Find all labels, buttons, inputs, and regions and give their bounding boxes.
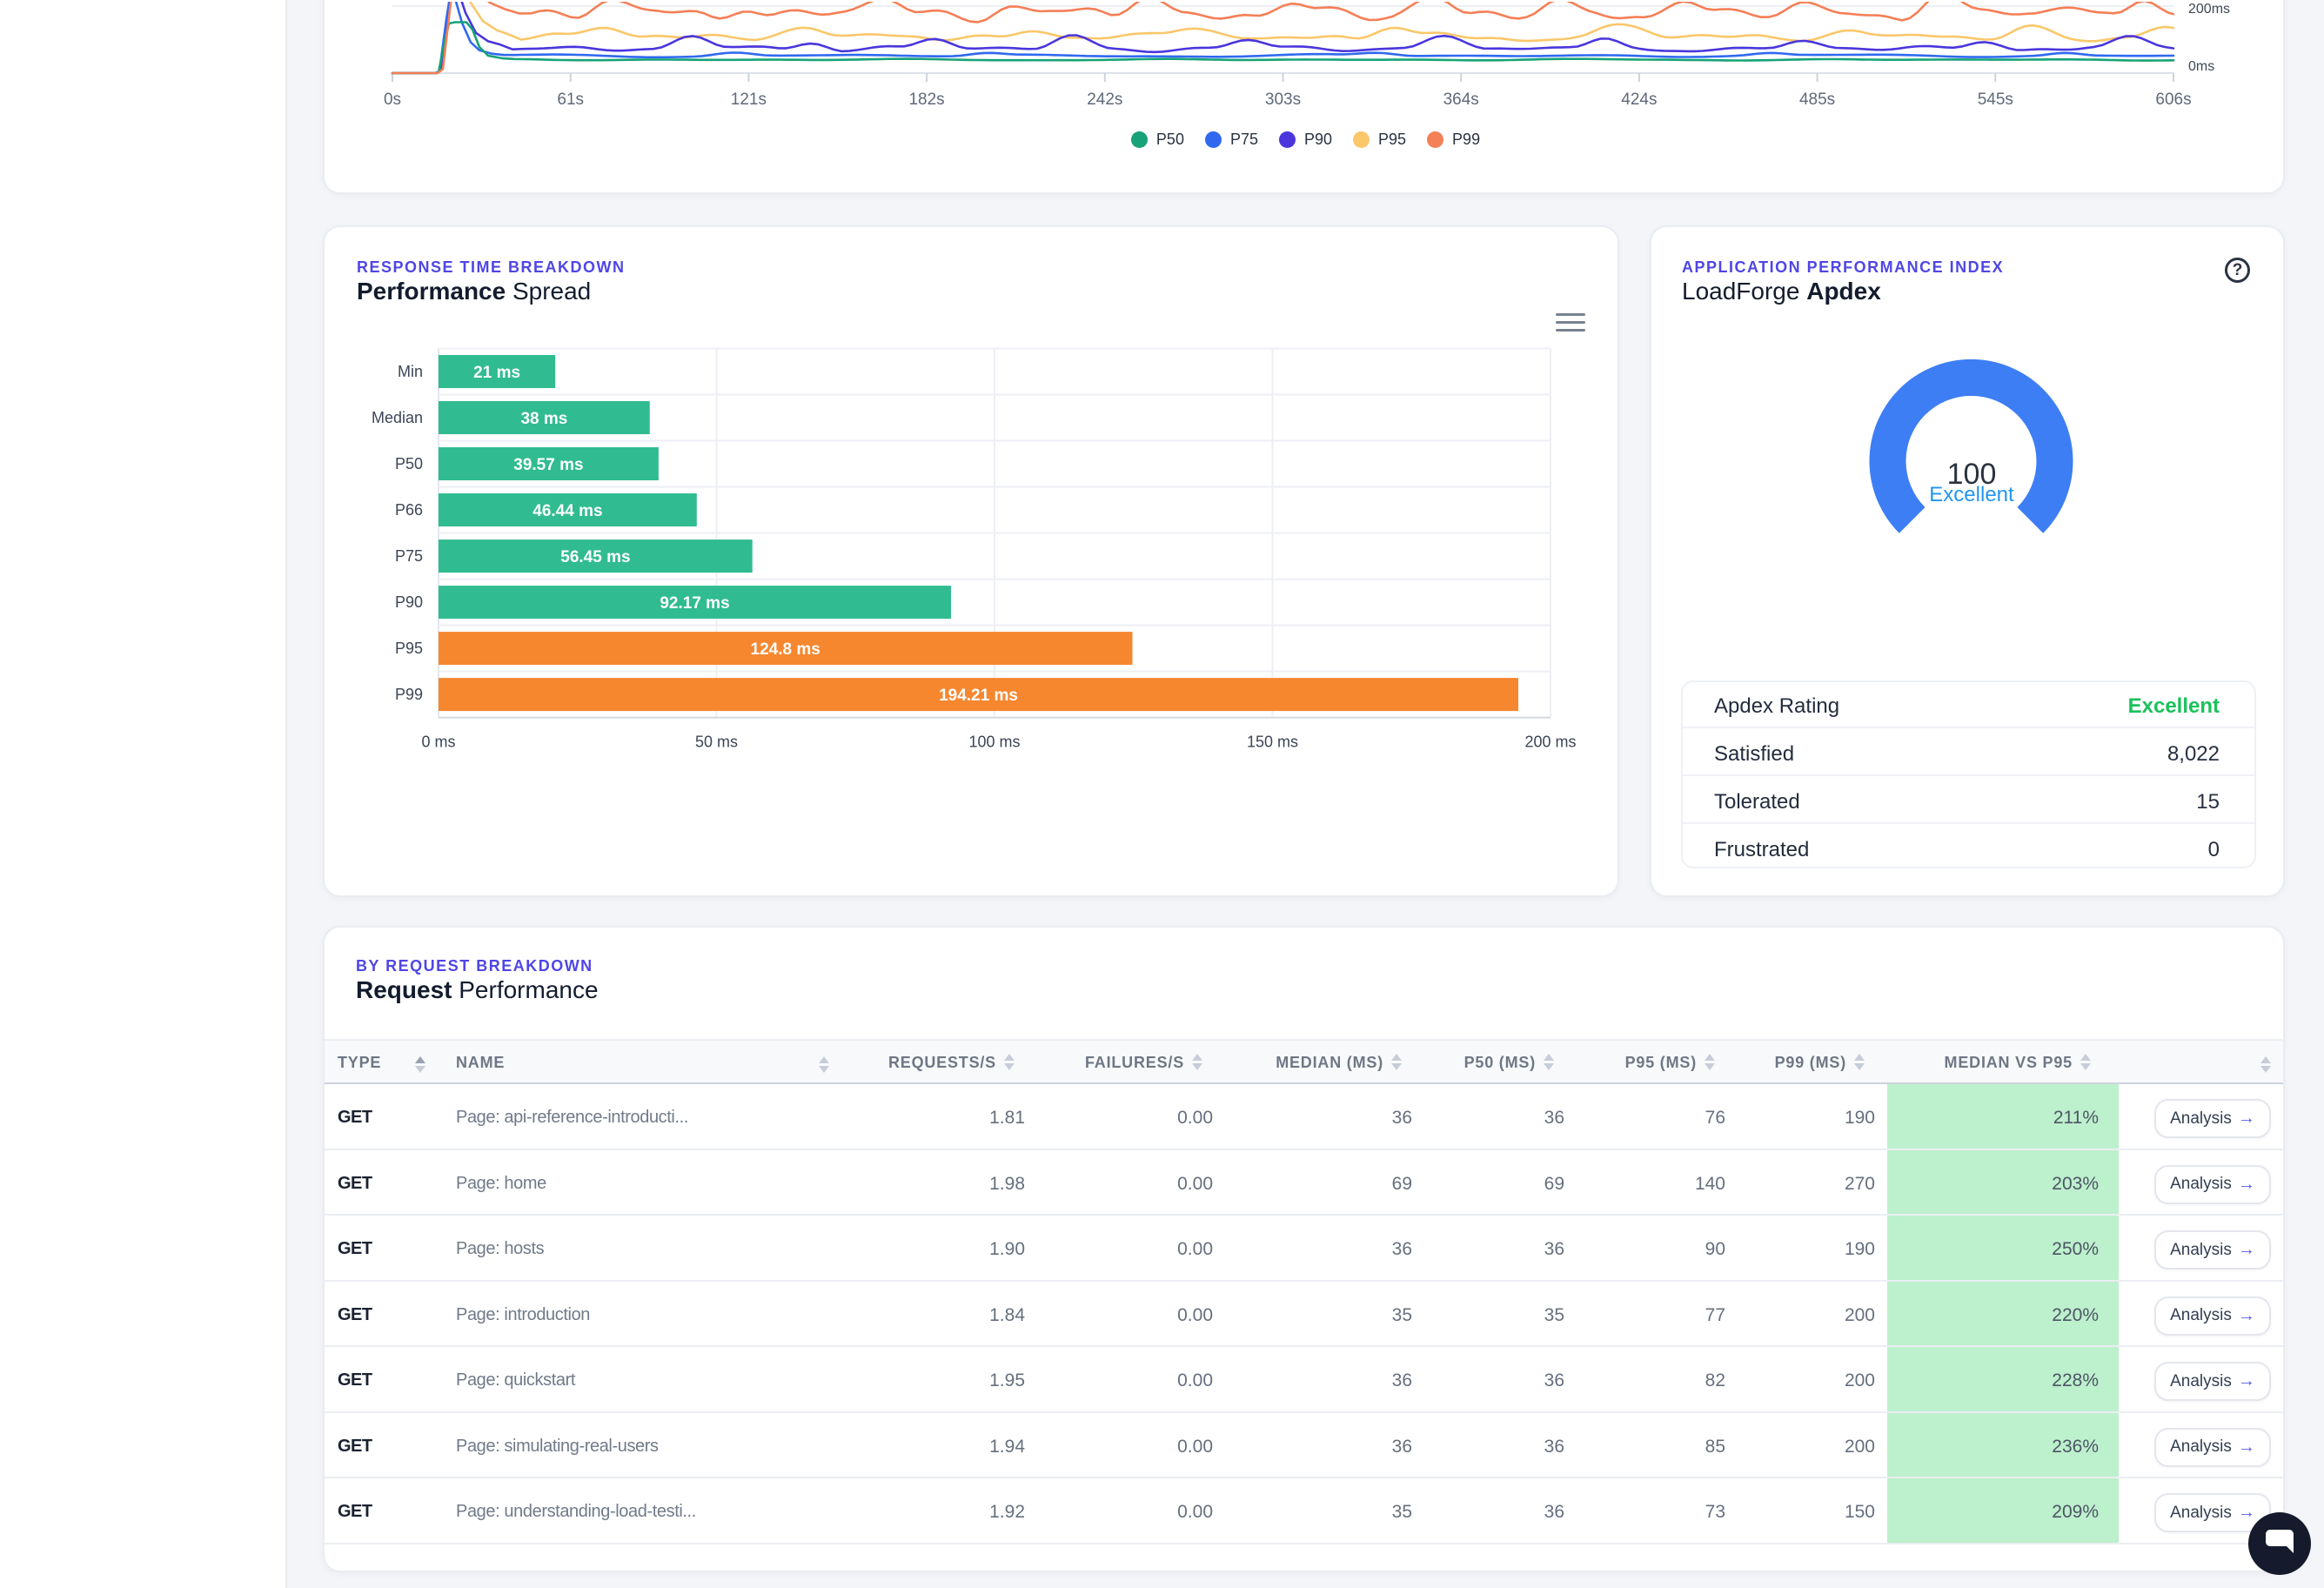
svg-text:21 ms: 21 ms xyxy=(473,364,520,382)
svg-text:61s: 61s xyxy=(557,90,584,109)
svg-text:92.17 ms: 92.17 ms xyxy=(660,594,729,613)
svg-text:200 ms: 200 ms xyxy=(1524,734,1576,751)
svg-text:0ms: 0ms xyxy=(2188,59,2214,74)
svg-text:606s: 606s xyxy=(2155,90,2191,109)
svg-text:303s: 303s xyxy=(1265,90,1301,109)
svg-text:Min: Min xyxy=(398,363,423,380)
svg-text:46.44 ms: 46.44 ms xyxy=(532,502,602,520)
svg-text:P90: P90 xyxy=(395,593,423,611)
svg-text:200ms: 200ms xyxy=(2188,2,2230,17)
svg-text:242s: 242s xyxy=(1087,90,1122,109)
svg-text:56.45 ms: 56.45 ms xyxy=(560,548,630,566)
svg-text:50 ms: 50 ms xyxy=(695,734,738,751)
svg-text:194.21 ms: 194.21 ms xyxy=(939,687,1018,705)
svg-text:P95: P95 xyxy=(395,640,423,657)
svg-text:485s: 485s xyxy=(1799,90,1835,109)
svg-text:100 ms: 100 ms xyxy=(968,734,1020,751)
svg-text:P75: P75 xyxy=(395,547,423,565)
svg-text:424s: 424s xyxy=(1621,90,1657,109)
svg-text:182s: 182s xyxy=(908,90,944,109)
svg-text:0 ms: 0 ms xyxy=(421,734,455,751)
svg-text:Median: Median xyxy=(372,409,423,426)
svg-text:0s: 0s xyxy=(384,90,401,109)
svg-text:150 ms: 150 ms xyxy=(1247,734,1298,751)
svg-text:38 ms: 38 ms xyxy=(520,410,567,428)
svg-text:124.8 ms: 124.8 ms xyxy=(751,640,820,659)
svg-text:545s: 545s xyxy=(1978,90,2013,109)
svg-text:Excellent: Excellent xyxy=(1929,483,2014,506)
svg-text:P50: P50 xyxy=(395,455,423,472)
svg-text:121s: 121s xyxy=(731,90,767,109)
svg-text:P66: P66 xyxy=(395,501,423,519)
svg-text:39.57 ms: 39.57 ms xyxy=(513,456,583,474)
svg-text:P99: P99 xyxy=(395,686,423,703)
svg-text:364s: 364s xyxy=(1443,90,1479,109)
